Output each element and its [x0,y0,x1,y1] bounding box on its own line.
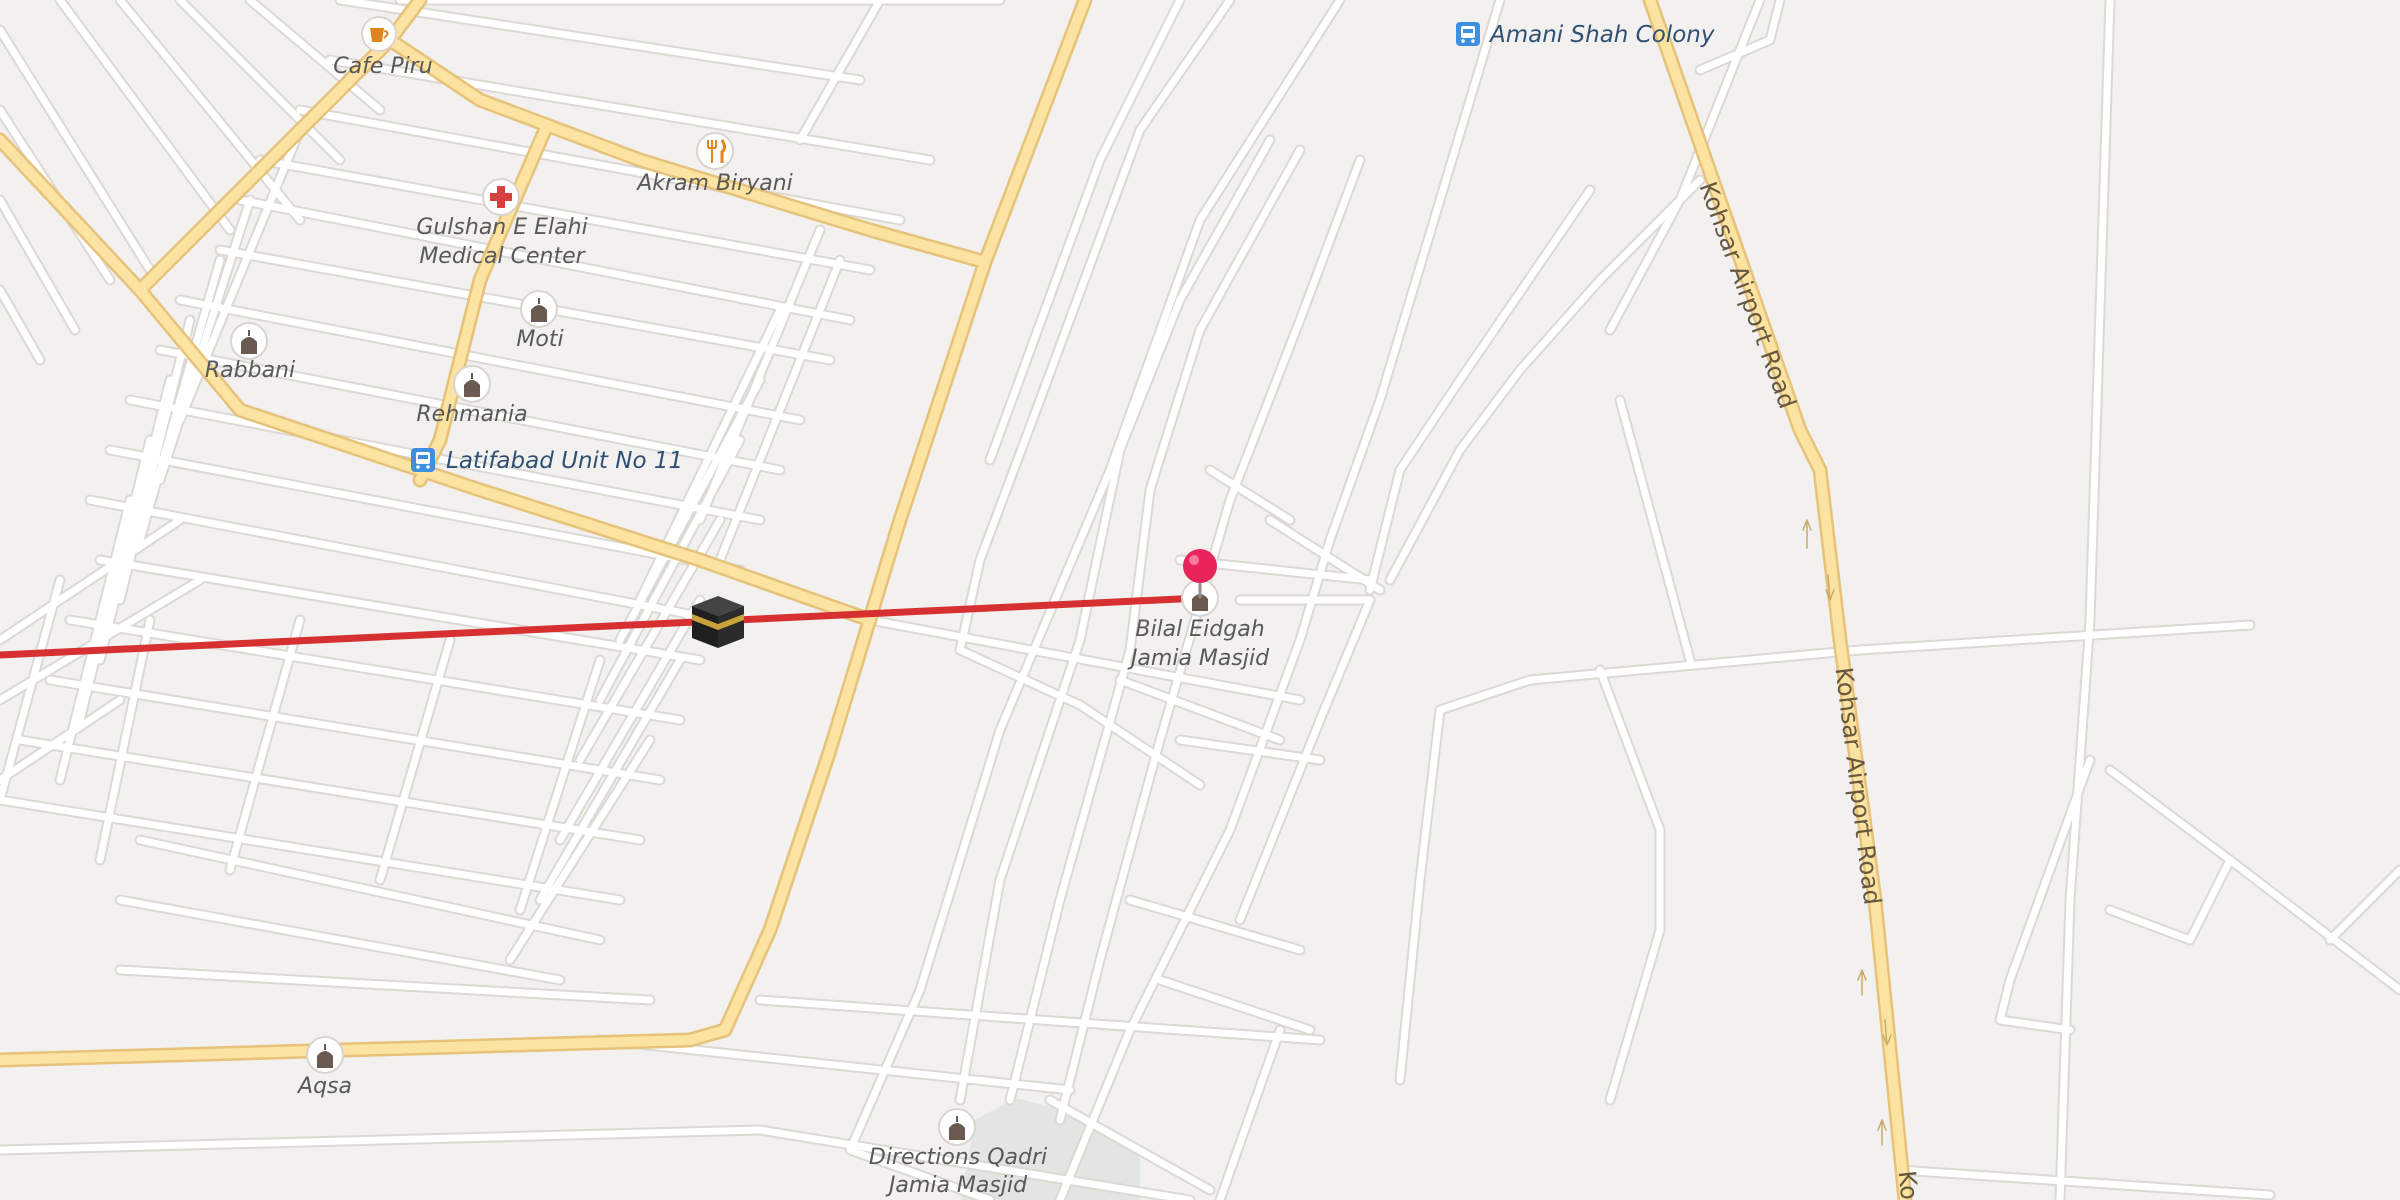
transit-label: Latifabad Unit No 11 [446,448,683,474]
transit-amani-shah[interactable]: Amani Shah Colony [1456,22,1715,48]
poi-label: Aqsa [296,1074,352,1099]
poi-label-line2: Medical Center [419,244,586,269]
poi-label-line1: Bilal Eidgah [1135,617,1264,642]
svg-text:Ko: Ko [1893,1169,1924,1200]
poi-label: Rehmania [416,402,527,427]
poi-label-line2: Jamia Masjid [885,1173,1028,1198]
fork-knife-icon [696,132,734,170]
kaaba-icon [692,596,744,648]
mosque-icon [938,1108,976,1146]
mosque-icon [230,322,268,360]
poi-label: Moti [516,327,563,352]
poi-label: Rabbani [205,358,295,383]
mosque-icon [520,290,558,328]
mosque-icon [453,365,491,403]
poi-label: Akram Biryani [635,171,793,196]
bus-stop-icon [1456,22,1480,46]
poi-label: Cafe Piru [333,54,432,79]
map-canvas[interactable]: Kohsar Airport Road Kohsar Airport Road … [0,0,2400,1200]
mosque-icon [306,1036,344,1074]
transit-label: Amani Shah Colony [1488,22,1715,48]
poi-label-line2: Jamia Masjid [1127,646,1270,671]
poi-label-line1: Gulshan E Elahi [416,215,587,240]
transit-latifabad[interactable]: Latifabad Unit No 11 [411,448,683,474]
medical-cross-icon [482,178,520,216]
coffee-cup-icon [361,16,397,52]
poi-label-line1: Directions Qadri [869,1145,1047,1170]
road-label-corner: Ko [1893,1169,1924,1200]
bus-stop-icon [411,448,435,472]
